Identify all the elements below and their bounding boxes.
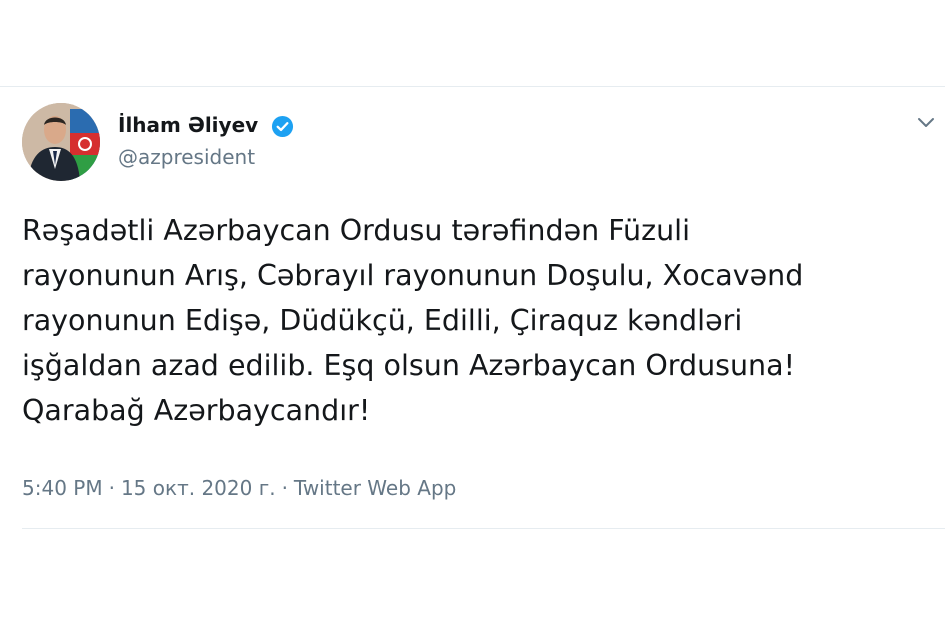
- verified-badge-icon: [271, 115, 294, 138]
- author-name[interactable]: İlham Əliyev: [118, 113, 258, 137]
- tweet-source-link[interactable]: Twitter Web App: [294, 476, 456, 500]
- bottom-divider: [22, 528, 945, 529]
- top-divider: [0, 86, 945, 87]
- tweet-time[interactable]: 5:40 PM: [22, 476, 103, 500]
- tweet-line: rayonunun Arış, Cəbrayıl rayonunun Doşul…: [22, 259, 804, 292]
- meta-separator: ·: [108, 476, 115, 500]
- chevron-down-icon[interactable]: [916, 115, 936, 129]
- tweet-date[interactable]: 15 окт. 2020 г.: [121, 476, 276, 500]
- author-handle[interactable]: @azpresident: [118, 145, 255, 169]
- tweet-line: Qarabağ Azərbaycandır!: [22, 394, 371, 427]
- tweet-line: rayonunun Edişə, Düdükçü, Edilli, Çiraqu…: [22, 304, 743, 337]
- avatar-image: [22, 103, 100, 181]
- tweet-line: Rəşadətli Azərbaycan Ordusu tərəfindən F…: [22, 214, 690, 247]
- tweet-text: Rəşadətli Azərbaycan Ordusu tərəfindən F…: [22, 208, 932, 433]
- meta-separator: ·: [281, 476, 288, 500]
- avatar[interactable]: [22, 103, 100, 181]
- tweet-meta: 5:40 PM · 15 окт. 2020 г. · Twitter Web App: [22, 476, 456, 500]
- tweet-line: işğaldan azad edilib. Eşq olsun Azərbayc…: [22, 349, 795, 382]
